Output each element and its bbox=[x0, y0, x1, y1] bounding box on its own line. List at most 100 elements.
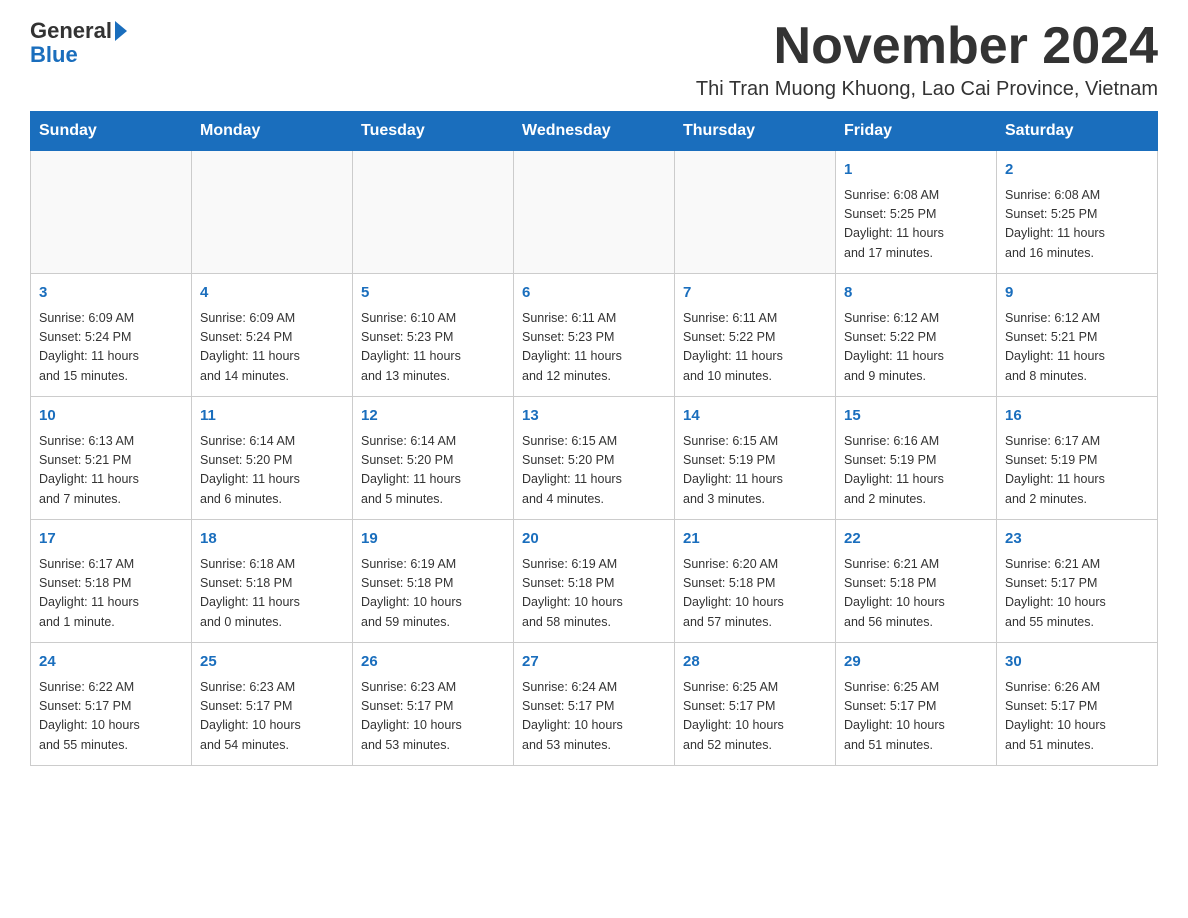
col-tuesday: Tuesday bbox=[353, 112, 514, 151]
table-row bbox=[675, 151, 836, 274]
day-number: 23 bbox=[1005, 528, 1149, 551]
day-number: 5 bbox=[361, 282, 505, 305]
day-info: Sunrise: 6:12 AMSunset: 5:22 PMDaylight:… bbox=[844, 309, 988, 387]
weekday-header-row: Sunday Monday Tuesday Wednesday Thursday… bbox=[31, 112, 1158, 151]
day-info: Sunrise: 6:25 AMSunset: 5:17 PMDaylight:… bbox=[844, 678, 988, 756]
calendar-week-row: 10 Sunrise: 6:13 AMSunset: 5:21 PMDayligh… bbox=[31, 397, 1158, 520]
table-row: 6 Sunrise: 6:11 AMSunset: 5:23 PMDaylight… bbox=[514, 274, 675, 397]
day-info: Sunrise: 6:17 AMSunset: 5:18 PMDaylight:… bbox=[39, 555, 183, 633]
day-info: Sunrise: 6:11 AMSunset: 5:22 PMDaylight:… bbox=[683, 309, 827, 387]
day-info: Sunrise: 6:15 AMSunset: 5:20 PMDaylight:… bbox=[522, 432, 666, 510]
day-info: Sunrise: 6:13 AMSunset: 5:21 PMDaylight:… bbox=[39, 432, 183, 510]
day-number: 10 bbox=[39, 405, 183, 428]
col-monday: Monday bbox=[192, 112, 353, 151]
calendar-week-row: 1 Sunrise: 6:08 AMSunset: 5:25 PMDaylight… bbox=[31, 151, 1158, 274]
day-number: 6 bbox=[522, 282, 666, 305]
day-number: 29 bbox=[844, 651, 988, 674]
table-row: 20 Sunrise: 6:19 AMSunset: 5:18 PMDayligh… bbox=[514, 520, 675, 643]
table-row: 10 Sunrise: 6:13 AMSunset: 5:21 PMDayligh… bbox=[31, 397, 192, 520]
day-number: 22 bbox=[844, 528, 988, 551]
day-info: Sunrise: 6:12 AMSunset: 5:21 PMDaylight:… bbox=[1005, 309, 1149, 387]
day-info: Sunrise: 6:11 AMSunset: 5:23 PMDaylight:… bbox=[522, 309, 666, 387]
table-row: 22 Sunrise: 6:21 AMSunset: 5:18 PMDayligh… bbox=[836, 520, 997, 643]
logo-general: General bbox=[30, 20, 112, 42]
day-info: Sunrise: 6:15 AMSunset: 5:19 PMDaylight:… bbox=[683, 432, 827, 510]
day-info: Sunrise: 6:22 AMSunset: 5:17 PMDaylight:… bbox=[39, 678, 183, 756]
table-row: 15 Sunrise: 6:16 AMSunset: 5:19 PMDayligh… bbox=[836, 397, 997, 520]
title-area: November 2024 Thi Tran Muong Khuong, Lao… bbox=[696, 20, 1158, 101]
day-info: Sunrise: 6:17 AMSunset: 5:19 PMDaylight:… bbox=[1005, 432, 1149, 510]
table-row: 28Sunrise: 6:25 AMSunset: 5:17 PMDayligh… bbox=[675, 643, 836, 766]
table-row: 16 Sunrise: 6:17 AMSunset: 5:19 PMDayligh… bbox=[997, 397, 1158, 520]
day-info: Sunrise: 6:24 AMSunset: 5:17 PMDaylight:… bbox=[522, 678, 666, 756]
table-row: 25 Sunrise: 6:23 AMSunset: 5:17 PMDayligh… bbox=[192, 643, 353, 766]
logo: General Blue bbox=[30, 20, 127, 68]
table-row: 5Sunrise: 6:10 AMSunset: 5:23 PMDaylight… bbox=[353, 274, 514, 397]
table-row: 12 Sunrise: 6:14 AMSunset: 5:20 PMDayligh… bbox=[353, 397, 514, 520]
day-number: 13 bbox=[522, 405, 666, 428]
table-row: 17Sunrise: 6:17 AMSunset: 5:18 PMDayligh… bbox=[31, 520, 192, 643]
calendar-table: Sunday Monday Tuesday Wednesday Thursday… bbox=[30, 111, 1158, 766]
day-number: 24 bbox=[39, 651, 183, 674]
col-saturday: Saturday bbox=[997, 112, 1158, 151]
day-number: 26 bbox=[361, 651, 505, 674]
day-number: 12 bbox=[361, 405, 505, 428]
table-row: 8 Sunrise: 6:12 AMSunset: 5:22 PMDaylight… bbox=[836, 274, 997, 397]
table-row: 26 Sunrise: 6:23 AMSunset: 5:17 PMDayligh… bbox=[353, 643, 514, 766]
day-info: Sunrise: 6:21 AMSunset: 5:18 PMDaylight:… bbox=[844, 555, 988, 633]
day-number: 4 bbox=[200, 282, 344, 305]
day-info: Sunrise: 6:19 AMSunset: 5:18 PMDaylight:… bbox=[361, 555, 505, 633]
day-number: 15 bbox=[844, 405, 988, 428]
day-number: 2 bbox=[1005, 159, 1149, 182]
day-number: 1 bbox=[844, 159, 988, 182]
day-info: Sunrise: 6:18 AMSunset: 5:18 PMDaylight:… bbox=[200, 555, 344, 633]
day-number: 3 bbox=[39, 282, 183, 305]
logo-blue: Blue bbox=[30, 42, 127, 68]
day-number: 14 bbox=[683, 405, 827, 428]
day-number: 27 bbox=[522, 651, 666, 674]
table-row: 19 Sunrise: 6:19 AMSunset: 5:18 PMDayligh… bbox=[353, 520, 514, 643]
day-number: 9 bbox=[1005, 282, 1149, 305]
col-thursday: Thursday bbox=[675, 112, 836, 151]
day-info: Sunrise: 6:09 AMSunset: 5:24 PMDaylight:… bbox=[200, 309, 344, 387]
table-row: 7 Sunrise: 6:11 AMSunset: 5:22 PMDaylight… bbox=[675, 274, 836, 397]
day-info: Sunrise: 6:09 AMSunset: 5:24 PMDaylight:… bbox=[39, 309, 183, 387]
table-row bbox=[192, 151, 353, 274]
day-info: Sunrise: 6:08 AMSunset: 5:25 PMDaylight:… bbox=[1005, 186, 1149, 264]
table-row: 11 Sunrise: 6:14 AMSunset: 5:20 PMDayligh… bbox=[192, 397, 353, 520]
table-row: 2 Sunrise: 6:08 AMSunset: 5:25 PMDaylight… bbox=[997, 151, 1158, 274]
day-info: Sunrise: 6:14 AMSunset: 5:20 PMDaylight:… bbox=[361, 432, 505, 510]
day-number: 8 bbox=[844, 282, 988, 305]
logo-arrow-icon bbox=[115, 21, 127, 41]
table-row: 21Sunrise: 6:20 AMSunset: 5:18 PMDayligh… bbox=[675, 520, 836, 643]
day-info: Sunrise: 6:21 AMSunset: 5:17 PMDaylight:… bbox=[1005, 555, 1149, 633]
day-number: 16 bbox=[1005, 405, 1149, 428]
month-title: November 2024 bbox=[696, 20, 1158, 72]
table-row: 1Sunrise: 6:08 AMSunset: 5:25 PMDaylight… bbox=[836, 151, 997, 274]
day-info: Sunrise: 6:19 AMSunset: 5:18 PMDaylight:… bbox=[522, 555, 666, 633]
day-number: 20 bbox=[522, 528, 666, 551]
table-row: 14 Sunrise: 6:15 AMSunset: 5:19 PMDayligh… bbox=[675, 397, 836, 520]
day-number: 7 bbox=[683, 282, 827, 305]
day-info: Sunrise: 6:23 AMSunset: 5:17 PMDaylight:… bbox=[361, 678, 505, 756]
table-row bbox=[31, 151, 192, 274]
day-info: Sunrise: 6:25 AMSunset: 5:17 PMDaylight:… bbox=[683, 678, 827, 756]
table-row: 3 Sunrise: 6:09 AMSunset: 5:24 PMDaylight… bbox=[31, 274, 192, 397]
col-sunday: Sunday bbox=[31, 112, 192, 151]
day-info: Sunrise: 6:23 AMSunset: 5:17 PMDaylight:… bbox=[200, 678, 344, 756]
table-row: 4 Sunrise: 6:09 AMSunset: 5:24 PMDaylight… bbox=[192, 274, 353, 397]
day-number: 25 bbox=[200, 651, 344, 674]
day-info: Sunrise: 6:16 AMSunset: 5:19 PMDaylight:… bbox=[844, 432, 988, 510]
day-info: Sunrise: 6:20 AMSunset: 5:18 PMDaylight:… bbox=[683, 555, 827, 633]
table-row: 30Sunrise: 6:26 AMSunset: 5:17 PMDayligh… bbox=[997, 643, 1158, 766]
col-friday: Friday bbox=[836, 112, 997, 151]
table-row: 29 Sunrise: 6:25 AMSunset: 5:17 PMDayligh… bbox=[836, 643, 997, 766]
location-subtitle: Thi Tran Muong Khuong, Lao Cai Province,… bbox=[696, 78, 1158, 101]
table-row: 23 Sunrise: 6:21 AMSunset: 5:17 PMDayligh… bbox=[997, 520, 1158, 643]
table-row: 13 Sunrise: 6:15 AMSunset: 5:20 PMDayligh… bbox=[514, 397, 675, 520]
table-row bbox=[353, 151, 514, 274]
day-info: Sunrise: 6:14 AMSunset: 5:20 PMDaylight:… bbox=[200, 432, 344, 510]
day-number: 11 bbox=[200, 405, 344, 428]
table-row: 24 Sunrise: 6:22 AMSunset: 5:17 PMDayligh… bbox=[31, 643, 192, 766]
day-number: 19 bbox=[361, 528, 505, 551]
